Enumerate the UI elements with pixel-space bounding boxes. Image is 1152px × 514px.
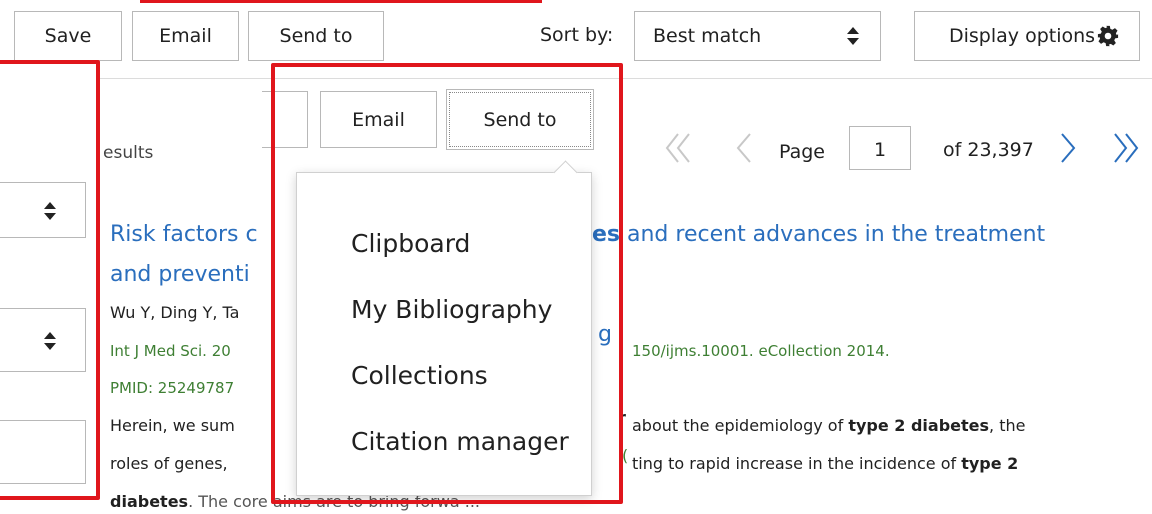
result-title-part1: Risk factors c — [110, 222, 258, 247]
result-citation-b: 150/ijms.10001. eCollection 2014. — [632, 342, 890, 360]
snippet-line2-bold: type 2 — [961, 454, 1019, 473]
gear-icon — [1097, 25, 1119, 47]
select-arrows-icon — [44, 332, 56, 350]
result-title-line1[interactable]: Risk factors c — [110, 222, 258, 247]
page-number-input[interactable]: 1 — [849, 126, 911, 170]
left-select-1[interactable] — [0, 182, 86, 238]
save-button-label: Save — [44, 25, 92, 47]
overlay-send-to-button[interactable]: Send to — [446, 89, 594, 150]
snippet-line2-text: ting to rapid increase in the incidence … — [632, 454, 962, 473]
send-to-button[interactable]: Send to — [248, 11, 384, 61]
snippet-line1-a: Herein, we sum — [110, 416, 235, 435]
snippet-line2-b: ting to rapid increase in the incidence … — [632, 454, 1018, 473]
results-count: esults — [103, 143, 154, 163]
next-page-icon[interactable] — [1058, 132, 1078, 164]
sort-select[interactable]: Best match — [634, 11, 881, 61]
snippet-line1-peek: r — [618, 408, 626, 427]
result-pmid: PMID: 25249787 — [110, 379, 235, 397]
first-page-icon[interactable] — [664, 132, 692, 164]
left-input[interactable] — [0, 420, 86, 484]
send-to-button-label: Send to — [279, 25, 353, 47]
overlay-partial-button[interactable] — [262, 91, 308, 148]
result-citation-a: Int J Med Sci. 20 — [110, 342, 231, 360]
save-button[interactable]: Save — [14, 11, 122, 61]
display-options-button[interactable]: Display options — [914, 11, 1140, 61]
snippet-line2-a: roles of genes, — [110, 454, 228, 473]
select-arrows-icon — [847, 27, 859, 45]
overlay-send-to-label: Send to — [483, 108, 557, 131]
page-number-value: 1 — [873, 139, 887, 161]
dropdown-caret — [553, 160, 578, 185]
snippet-line1-bold: type 2 diabetes — [848, 416, 990, 435]
send-to-clipboard[interactable]: Clipboard — [297, 229, 591, 258]
overlay-email-label: Email — [352, 108, 405, 131]
page-total: of 23,397 — [943, 139, 1034, 161]
send-to-dropdown: Clipboard My Bibliography Collections Ci… — [296, 160, 592, 496]
snippet-line1-text: about the epidemiology of — [632, 416, 849, 435]
prev-page-icon[interactable] — [734, 132, 754, 164]
email-button-label: Email — [159, 25, 212, 47]
peek-fragment: g — [598, 322, 612, 347]
select-arrows-icon — [44, 202, 56, 220]
send-to-collections[interactable]: Collections — [297, 361, 591, 390]
snippet-line1-b: about the epidemiology of type 2 diabete… — [632, 416, 1025, 435]
top-red-strip — [140, 0, 542, 3]
snippet-line2-peek: ( — [622, 446, 629, 465]
result-title-part3: and recent advances in the treatment — [620, 222, 1046, 247]
email-button[interactable]: Email — [132, 11, 239, 61]
last-page-icon[interactable] — [1112, 132, 1140, 164]
left-select-2[interactable] — [0, 308, 86, 372]
display-options-label: Display options — [949, 25, 1096, 47]
send-to-my-bibliography[interactable]: My Bibliography — [297, 295, 591, 324]
page-label: Page — [779, 141, 825, 163]
top-divider — [100, 78, 1152, 79]
overlay-email-button[interactable]: Email — [320, 91, 437, 148]
result-authors: Wu Y, Ding Y, Ta — [110, 303, 240, 322]
sort-by-label: Sort by: — [540, 24, 614, 46]
snippet-line3-bold: diabetes — [110, 492, 189, 511]
result-title-bold: es — [592, 222, 621, 247]
result-title-line1b[interactable]: es and recent advances in the treatment — [592, 222, 1045, 247]
sort-select-value: Best match — [653, 25, 762, 47]
result-title-line2[interactable]: and preventi — [110, 262, 250, 287]
snippet-line1-end: , the — [989, 416, 1026, 435]
send-to-citation-manager[interactable]: Citation manager — [297, 427, 591, 456]
